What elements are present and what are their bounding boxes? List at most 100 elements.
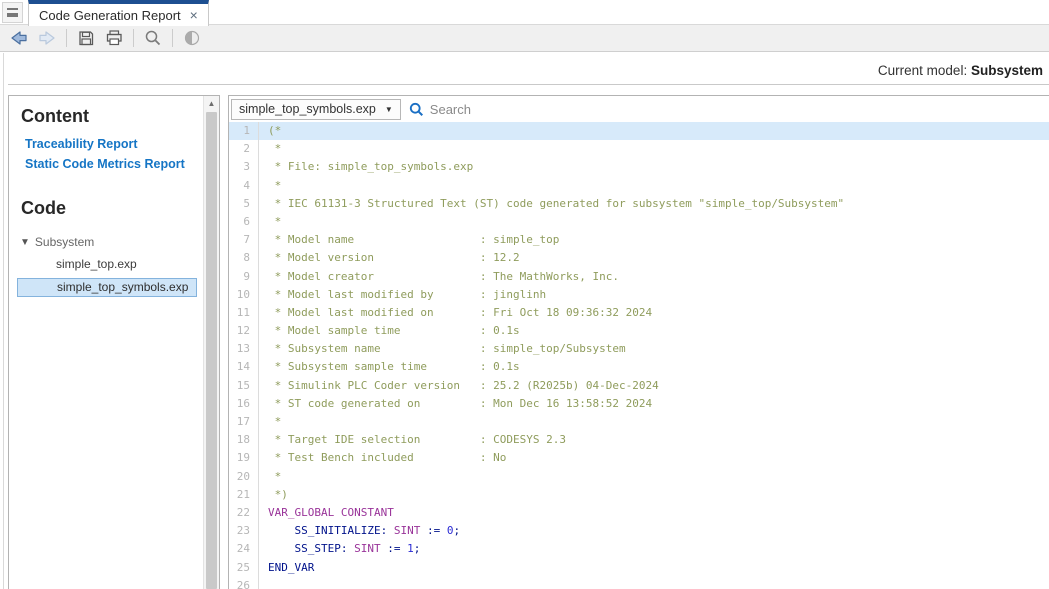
search-input[interactable] [429,101,730,117]
tab-title: Code Generation Report [39,7,181,23]
line-number: 6 [229,212,259,232]
line-number: 5 [229,194,259,213]
line-number: 10 [229,285,259,304]
half-circle-icon [184,30,200,46]
print-button[interactable] [101,27,127,49]
navigation-sidebar: Content Traceability Report Static Code M… [8,95,220,589]
line-number: 12 [229,322,259,341]
contrast-button[interactable] [179,27,205,49]
code-line[interactable]: 26 [229,576,1049,589]
sidebar-scrollbar[interactable]: ▲ [203,96,219,589]
code-line[interactable]: 3 * File: simple_top_symbols.exp [229,158,1049,177]
code-line-text: * Model name : simple_top [268,233,560,247]
code-line[interactable]: 2 * [229,140,1049,159]
code-line-text: SS_STEP: SINT := 1; [294,542,421,556]
tab-bar: Code Generation Report × [0,0,1049,26]
code-line[interactable]: 22 VAR_GLOBAL CONSTANT [229,503,1049,523]
code-line-text: * [268,469,282,483]
code-line[interactable]: 8 * Model version : 12.2 [229,249,1049,268]
tree-item-file-selected[interactable]: simple_top_symbols.exp [17,278,197,297]
code-line[interactable]: 25 END_VAR [229,558,1049,577]
code-line[interactable]: 15 * Simulink PLC Coder version : 25.2 (… [229,376,1049,395]
code-listing: 1 (* 2 * 3 * File: simple_top_symbols.exp 4 … [229,122,1049,589]
current-model-value: Subsystem [970,63,1043,78]
code-line[interactable]: 17 * [229,413,1049,432]
code-line[interactable]: 12 * Model sample time : 0.1s [229,322,1049,341]
code-line-text: * Model version : 12.2 [268,251,520,265]
tree-node-subsystem[interactable]: ▼ Subsystem [9,231,203,253]
code-heading: Code [21,198,66,218]
panel-menu-button[interactable] [2,2,23,23]
line-number: 24 [229,540,259,559]
hamburger-icon [7,8,18,17]
code-line[interactable]: 23 SS_INITIALIZE: SINT := 0; [229,522,1049,541]
dropdown-arrow-icon: ▼ [384,104,393,114]
file-select-dropdown[interactable]: simple_top_symbols.exp ▼ [231,98,401,120]
back-button[interactable] [6,27,32,49]
code-line[interactable]: 5 * IEC 61131-3 Structured Text (ST) cod… [229,194,1049,213]
printer-icon [106,30,122,46]
line-number: 9 [229,267,259,286]
code-line[interactable]: 9 * Model creator : The MathWorks, Inc. [229,267,1049,286]
line-number: 26 [229,576,259,589]
line-number: 15 [229,376,259,395]
current-model-label: Current model: Subsystem [878,63,1043,78]
line-number: 16 [229,394,259,413]
code-line[interactable]: 6 * [229,212,1049,232]
line-number: 23 [229,522,259,541]
forward-button[interactable] [34,27,60,49]
line-number: 17 [229,413,259,432]
code-line-text: (* [268,124,282,137]
code-line[interactable]: 10 * Model last modified by : jinglinh [229,285,1049,304]
code-line[interactable]: 20 * [229,467,1049,486]
code-line-text: SS_INITIALIZE: SINT := 0; [294,524,461,538]
line-number: 18 [229,431,259,450]
code-view-panel: simple_top_symbols.exp ▼ 1(*2 *3 * File:… [228,95,1049,589]
code-line-text: * [268,178,282,192]
code-file-tree: ▼ Subsystem simple_top.exp simple_top_sym… [9,219,203,297]
tree-root-label: Subsystem [34,235,95,249]
chevron-down-icon[interactable]: ▼ [20,237,30,248]
code-line[interactable]: 16 * ST code generated on : Mon Dec 16 1… [229,394,1049,413]
code-line-text: * Subsystem name : simple_top/Subsystem [268,342,626,356]
scrollbar-thumb[interactable] [206,112,217,589]
current-model-text: Current model: [877,63,968,78]
code-line[interactable]: 1 (* [229,122,1049,141]
tree-children: simple_top.exp simple_top_symbols.exp [9,253,203,297]
code-line[interactable]: 21 *) [229,485,1049,504]
code-line[interactable]: 19 * Test Bench included : No [229,449,1049,468]
code-line[interactable]: 14 * Subsystem sample time : 0.1s [229,358,1049,377]
find-button[interactable] [140,27,166,49]
line-number: 3 [229,158,259,177]
line-number: 22 [229,503,259,523]
code-line[interactable]: 24 SS_STEP: SINT := 1; [229,540,1049,559]
arrow-left-icon [11,31,27,45]
tab-code-generation-report[interactable]: Code Generation Report × [28,0,209,26]
code-file-toolbar: simple_top_symbols.exp ▼ [229,96,1049,122]
code-line[interactable]: 18 * Target IDE selection : CODESYS 2.3 [229,431,1049,450]
code-line-text: * Simulink PLC Coder version : 25.2 (R20… [268,378,659,392]
code-line-text: * Target IDE selection : CODESYS 2.3 [268,433,567,447]
code-generation-report-window: Code Generation Report × Current model: … [0,0,1049,589]
save-button[interactable] [73,27,99,49]
line-number: 11 [229,303,259,323]
arrow-right-icon [39,31,55,45]
scroll-up-icon[interactable]: ▲ [204,96,219,111]
tree-item-file[interactable]: simple_top.exp [9,253,203,276]
code-line[interactable]: 13 * Subsystem name : simple_top/Subsyst… [229,340,1049,359]
tab-close-icon[interactable]: × [190,8,198,22]
code-line-text: * Subsystem sample time : 0.1s [268,360,520,374]
sidebar-link[interactable]: Static Code Metrics Report [25,154,203,174]
code-line[interactable]: 11 * Model last modified on : Fri Oct 18… [229,303,1049,323]
line-number: 8 [229,249,259,268]
code-line[interactable]: 7 * Model name : simple_top [229,231,1049,250]
code-line-text: * Model sample time : 0.1s [268,324,520,338]
sidebar-link[interactable]: Traceability Report [25,134,203,154]
header-divider [8,84,1049,85]
line-number: 2 [229,140,259,159]
toolbar-separator [172,29,173,47]
line-number: 19 [229,449,259,468]
report-toolbar [0,25,1049,52]
code-line[interactable]: 4 * [229,176,1049,195]
